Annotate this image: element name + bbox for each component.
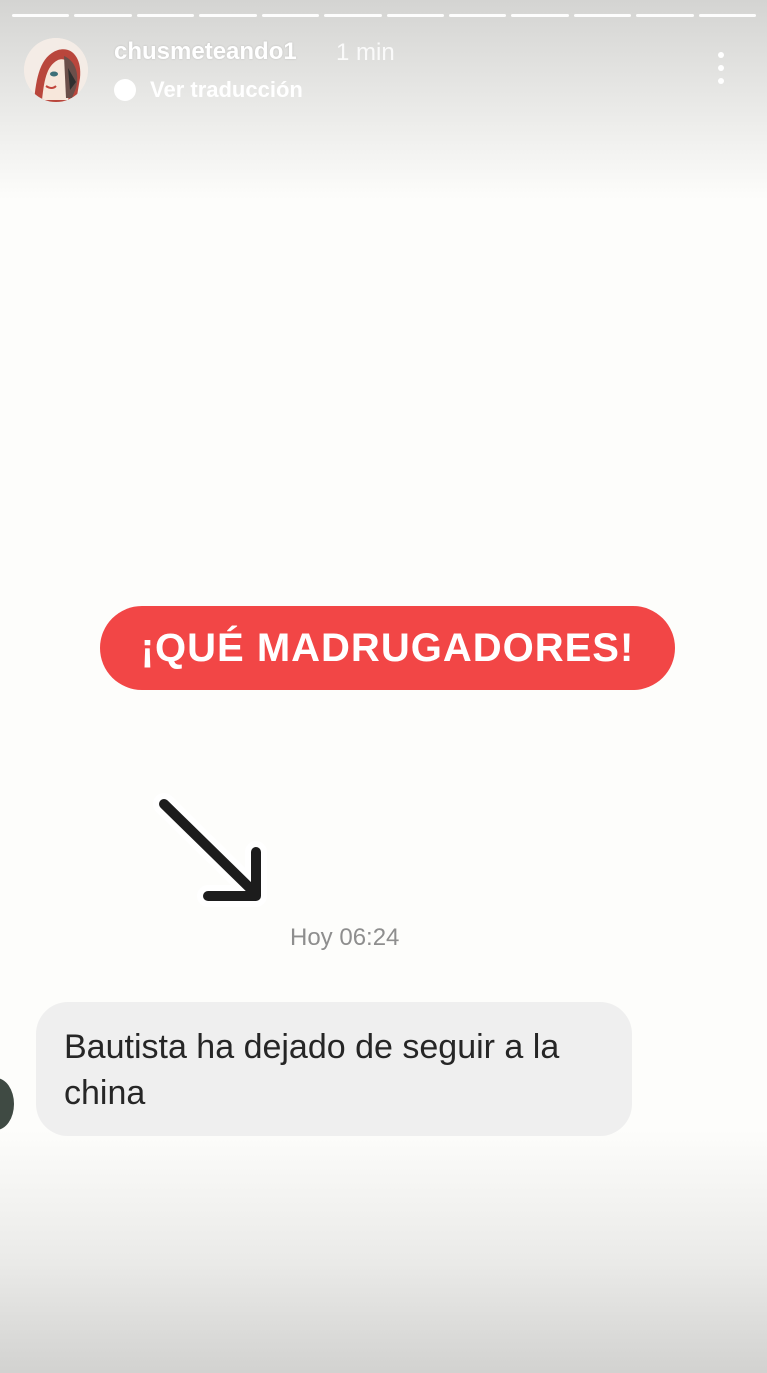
story-time-ago: 1 min bbox=[336, 39, 395, 66]
message-timestamp: Hoy 06:24 bbox=[290, 924, 400, 951]
translate-label: Ver traducción bbox=[150, 77, 303, 102]
text-sticker: ¡QUÉ MADRUGADORES! bbox=[100, 606, 675, 690]
translate-icon bbox=[114, 79, 136, 101]
story-progress-segment bbox=[12, 14, 70, 17]
story-progress-segment bbox=[261, 14, 320, 17]
story-progress-segment bbox=[511, 14, 569, 17]
arrow-down-right-icon bbox=[153, 793, 267, 907]
avatar-illustration bbox=[24, 38, 88, 102]
story-progress-segment bbox=[386, 14, 444, 17]
more-vertical-icon bbox=[718, 65, 724, 71]
story-progress-segment bbox=[698, 14, 757, 17]
bottom-gradient bbox=[0, 1130, 767, 1373]
story-progress-bars bbox=[12, 14, 757, 18]
story-progress-segment bbox=[573, 14, 632, 17]
story-progress-segment bbox=[324, 14, 382, 17]
sender-avatar bbox=[0, 1078, 14, 1130]
sticker-text: ¡QUÉ MADRUGADORES! bbox=[140, 625, 635, 670]
more-options-button[interactable] bbox=[706, 50, 736, 86]
story-progress-segment bbox=[199, 14, 257, 17]
story-progress-segment bbox=[74, 14, 132, 17]
message-text: Bautista ha dejado de seguir a la china bbox=[64, 1028, 560, 1112]
translate-button[interactable]: Ver traducción bbox=[114, 76, 303, 104]
story-progress-segment bbox=[636, 14, 694, 17]
story-progress-segment bbox=[136, 14, 195, 17]
story-username[interactable]: chusmeteando1 bbox=[114, 38, 297, 66]
profile-avatar[interactable] bbox=[24, 38, 88, 102]
message-bubble: Bautista ha dejado de seguir a la china bbox=[36, 1002, 632, 1136]
more-vertical-icon bbox=[718, 52, 724, 58]
more-vertical-icon bbox=[718, 78, 724, 84]
story-progress-segment bbox=[448, 14, 507, 17]
